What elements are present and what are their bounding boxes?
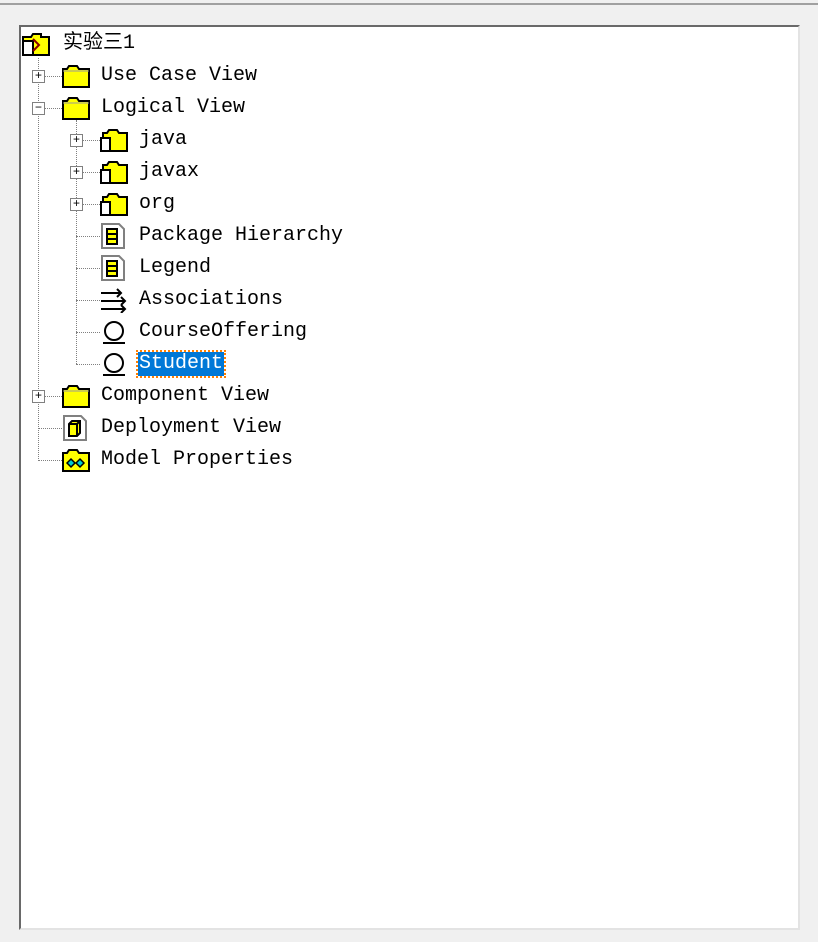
package-icon [100,161,128,184]
tree-node-label: Logical View [101,96,246,119]
associations-icon [101,288,127,313]
folder-icon [62,97,90,120]
tree-line [76,332,100,333]
tree-node-label: Model Properties [101,448,294,471]
tree-node-label: Component View [101,384,270,407]
tree-node-label: CourseOffering [139,320,308,343]
tree-node-label: Package Hierarchy [139,224,344,247]
tree-node-label: java [139,128,188,151]
package-icon [100,129,128,152]
expand-button[interactable]: + [70,198,83,211]
tree-node-label: Associations [139,288,284,311]
tree-node-label-selected: Student [135,350,227,378]
model-properties-icon [62,449,90,472]
folder-icon [62,65,90,88]
expand-button[interactable]: + [70,134,83,147]
tree-line [82,204,100,205]
tree-node-label: 实验三1 [63,32,136,55]
tree-node-label: Legend [139,256,212,279]
tree-node-label: Deployment View [101,416,282,439]
tree-node-label: Use Case View [101,64,258,87]
tree-line [44,76,62,77]
tree-line [44,396,62,397]
expand-button[interactable]: + [70,166,83,179]
tree-line [76,236,100,237]
tree-line [76,364,100,365]
tree-line [82,140,100,141]
class-icon [103,321,125,344]
folder-icon [62,385,90,408]
model-icon [22,33,50,56]
tree-line [44,108,62,109]
tree-line [76,120,77,364]
panel-top-border [0,3,818,5]
tree-line [76,268,100,269]
expand-button[interactable]: + [32,390,45,403]
expand-button[interactable]: + [32,70,45,83]
tree-node-label: org [139,192,176,215]
tree-line [76,300,100,301]
package-icon [100,193,128,216]
model-browser-tree[interactable] [19,25,800,930]
class-diagram-icon [101,223,125,249]
deployment-diagram-icon [63,415,87,441]
tree-node-label: javax [139,160,200,183]
tree-line [82,172,100,173]
collapse-button[interactable]: − [32,102,45,115]
tree-line [38,428,62,429]
class-diagram-icon [101,255,125,281]
class-icon [103,353,125,376]
tree-line [38,460,62,461]
